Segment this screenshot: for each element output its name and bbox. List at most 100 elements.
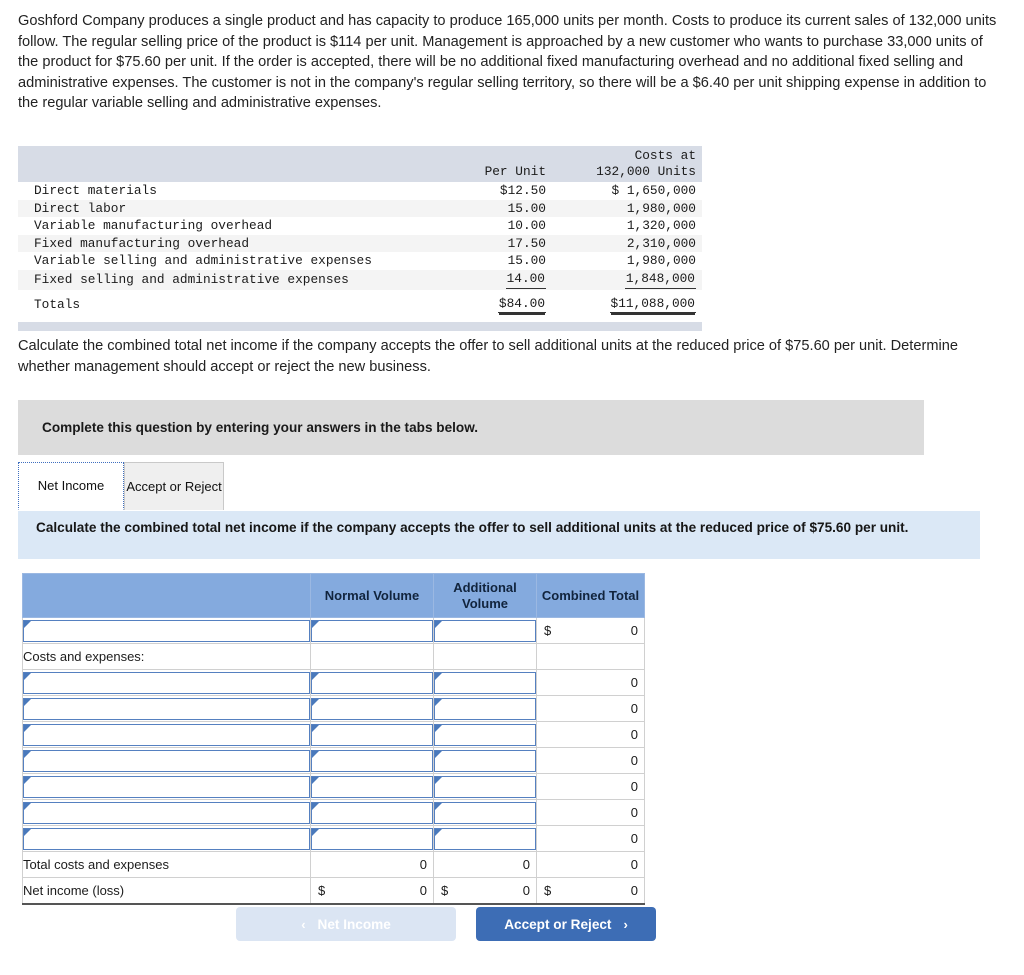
row-5-normal-input[interactable] <box>311 749 433 772</box>
cost-totals-row: Totals $84.00 $11,088,000 <box>18 290 702 318</box>
row-0-normal-cell[interactable] <box>310 617 434 644</box>
row-5-label-input[interactable] <box>23 749 310 772</box>
tab-navigation-bar: ‹ Net Income Accept or Reject › <box>236 907 696 943</box>
row-3-label-input[interactable] <box>23 697 310 720</box>
row-6-label-cell[interactable] <box>22 773 311 800</box>
row-4-label-input[interactable] <box>23 723 310 746</box>
row-6-normal-value <box>312 777 432 779</box>
row-8-normal-input[interactable] <box>311 827 433 850</box>
row-5-label-cell[interactable] <box>22 747 311 774</box>
row-2-normal-cell[interactable] <box>310 669 434 696</box>
net-income-additional-cell: $0 <box>433 877 537 905</box>
table-row: $ 0 <box>22 617 645 644</box>
row-8-label-cell[interactable] <box>22 825 311 852</box>
answer-grid-header-blank <box>22 573 311 618</box>
cost-totals-total: $11,088,000 <box>556 290 702 318</box>
row-4-normal-input[interactable] <box>311 723 433 746</box>
row-5-normal-cell[interactable] <box>310 747 434 774</box>
answer-grid-header-row: Normal Volume Additional Volume Combined… <box>22 573 645 618</box>
cost-row: Fixed manufacturing overhead 17.50 2,310… <box>18 234 702 253</box>
row-3-additional-value <box>435 699 535 701</box>
row-0-normal-input[interactable] <box>311 619 433 642</box>
table-row: 0 <box>22 695 645 722</box>
row-2-combined-value: 0 <box>630 675 638 690</box>
row-3-normal-cell[interactable] <box>310 695 434 722</box>
previous-tab-button-label: Net Income <box>317 916 391 932</box>
row-5-additional-cell[interactable] <box>433 747 537 774</box>
row-7-additional-cell[interactable] <box>433 799 537 826</box>
answer-grid-header-additional-volume: Additional Volume <box>433 573 537 618</box>
cost-row-per-unit: 15.00 <box>507 253 546 269</box>
cost-row-label: Fixed selling and administrative expense… <box>18 269 436 290</box>
row-7-normal-input[interactable] <box>311 801 433 824</box>
row-0-label-input[interactable] <box>23 619 310 642</box>
row-6-additional-cell[interactable] <box>433 773 537 800</box>
row-8-additional-input[interactable] <box>434 827 536 850</box>
row-0-additional-cell[interactable] <box>433 617 537 644</box>
row-4-normal-value <box>312 725 432 727</box>
row-6-combined-value: 0 <box>630 779 638 794</box>
row-7-normal-value <box>312 803 432 805</box>
row-1-normal-cell <box>310 643 434 670</box>
row-4-label-cell[interactable] <box>22 721 311 748</box>
row-4-combined-value: 0 <box>630 727 638 742</box>
net-income-additional-dollar: $ <box>441 882 449 898</box>
row-7-normal-cell[interactable] <box>310 799 434 826</box>
row-6-combined-cell: 0 <box>536 773 645 800</box>
previous-tab-button[interactable]: ‹ Net Income <box>236 907 456 941</box>
question-page: Goshford Company produces a single produ… <box>0 0 1024 975</box>
row-2-additional-cell[interactable] <box>433 669 537 696</box>
row-4-additional-cell[interactable] <box>433 721 537 748</box>
cost-table: Per Unit Costs at 132,000 Units Direct m… <box>18 146 702 317</box>
cost-row-label: Fixed manufacturing overhead <box>18 234 436 253</box>
row-0-combined-cell: $ 0 <box>536 617 645 644</box>
row-8-label-input[interactable] <box>23 827 310 850</box>
row-2-label-cell[interactable] <box>22 669 311 696</box>
row-0-label-value <box>24 621 309 623</box>
row-2-additional-input[interactable] <box>434 671 536 694</box>
row-7-label-cell[interactable] <box>22 799 311 826</box>
table-row: 0 <box>22 773 645 800</box>
row-7-combined-value: 0 <box>630 805 638 820</box>
cost-totals-per-unit: $84.00 <box>436 290 556 318</box>
cost-row-total-value: 1,848,000 <box>624 271 696 289</box>
cost-row-label: Direct labor <box>18 199 436 218</box>
row-6-label-value <box>24 777 309 779</box>
sub-question-text: Calculate the combined total net income … <box>18 338 958 375</box>
row-6-label-input[interactable] <box>23 775 310 798</box>
tab-accept-or-reject[interactable]: Accept or Reject <box>124 462 224 510</box>
answer-grid-container: Normal Volume Additional Volume Combined… <box>22 573 645 905</box>
row-5-normal-value <box>312 751 432 753</box>
row-0-label-cell[interactable] <box>22 617 311 644</box>
row-2-normal-value <box>312 673 432 675</box>
cost-row: Variable manufacturing overhead 10.00 1,… <box>18 217 702 235</box>
row-2-label-input[interactable] <box>23 671 310 694</box>
row-8-normal-value <box>312 829 432 831</box>
row-3-additional-cell[interactable] <box>433 695 537 722</box>
row-4-additional-input[interactable] <box>434 723 536 746</box>
row-8-additional-cell[interactable] <box>433 825 537 852</box>
answer-grid-header-normal-volume: Normal Volume <box>310 573 434 618</box>
total-costs-normal-value: 0 <box>419 857 427 872</box>
row-3-combined-value: 0 <box>630 701 638 716</box>
row-6-normal-cell[interactable] <box>310 773 434 800</box>
banner-text: Complete this question by entering your … <box>42 420 479 435</box>
row-2-normal-input[interactable] <box>311 671 433 694</box>
next-tab-button[interactable]: Accept or Reject › <box>476 907 656 941</box>
row-6-normal-input[interactable] <box>311 775 433 798</box>
row-4-normal-cell[interactable] <box>310 721 434 748</box>
row-7-additional-input[interactable] <box>434 801 536 824</box>
row-3-additional-input[interactable] <box>434 697 536 720</box>
row-3-label-cell[interactable] <box>22 695 311 722</box>
row-3-normal-input[interactable] <box>311 697 433 720</box>
row-6-additional-input[interactable] <box>434 775 536 798</box>
cost-header-total-line1: Costs at <box>634 148 696 163</box>
row-7-label-input[interactable] <box>23 801 310 824</box>
row-8-normal-cell[interactable] <box>310 825 434 852</box>
tab-net-income[interactable]: Net Income <box>18 462 124 510</box>
row-5-additional-input[interactable] <box>434 749 536 772</box>
cost-totals-label: Totals <box>34 296 81 312</box>
costs-and-expenses-label: Costs and expenses: <box>22 643 311 670</box>
row-1-additional-cell <box>433 643 537 670</box>
row-0-additional-input[interactable] <box>434 619 536 642</box>
